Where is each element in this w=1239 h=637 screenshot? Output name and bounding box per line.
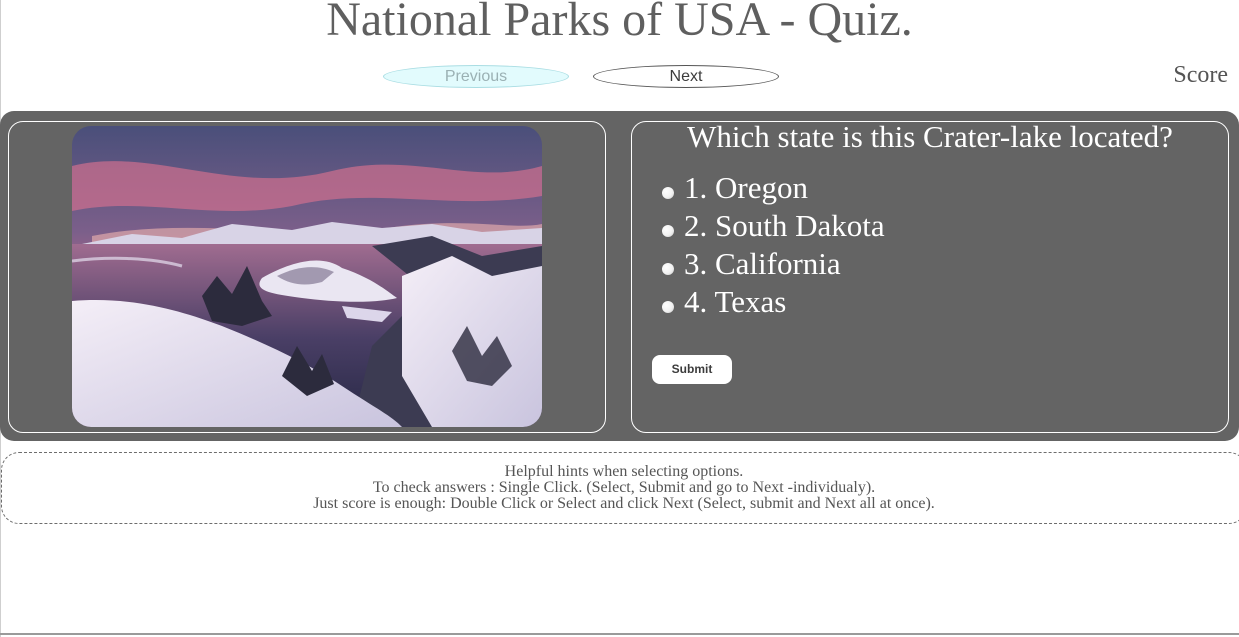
next-button[interactable]: Next [593, 65, 779, 88]
previous-button[interactable]: Previous [383, 65, 569, 88]
quiz-panel: Which state is this Crater-lake located?… [0, 111, 1239, 441]
question-text: Which state is this Crater-lake located? [687, 119, 1173, 154]
radio-button[interactable] [662, 187, 674, 199]
option-label: 4. Texas [684, 284, 787, 319]
option-label: 2. South Dakota [684, 208, 885, 243]
radio-button[interactable] [662, 263, 674, 275]
hint-line: Just score is enough: Double Click or Se… [313, 495, 935, 512]
submit-button[interactable]: Submit [652, 355, 732, 384]
image-frame [8, 121, 606, 433]
hint-line: To check answers : Single Click. (Select… [372, 479, 876, 496]
page-bottom-border [0, 633, 1239, 635]
crater-lake-photo [72, 126, 542, 427]
radio-button[interactable] [662, 301, 674, 313]
option-label: 3. California [684, 246, 841, 281]
radio-button[interactable] [662, 225, 674, 237]
hints-panel: Helpful hints when selecting options. To… [1, 452, 1239, 524]
question-card: Which state is this Crater-lake located?… [631, 119, 1229, 433]
option-label: 1. Oregon [684, 170, 808, 205]
page-title: National Parks of USA - Quiz. [326, 0, 913, 46]
hint-line: Helpful hints when selecting options. [504, 463, 744, 480]
score-label: Score [1173, 62, 1228, 88]
